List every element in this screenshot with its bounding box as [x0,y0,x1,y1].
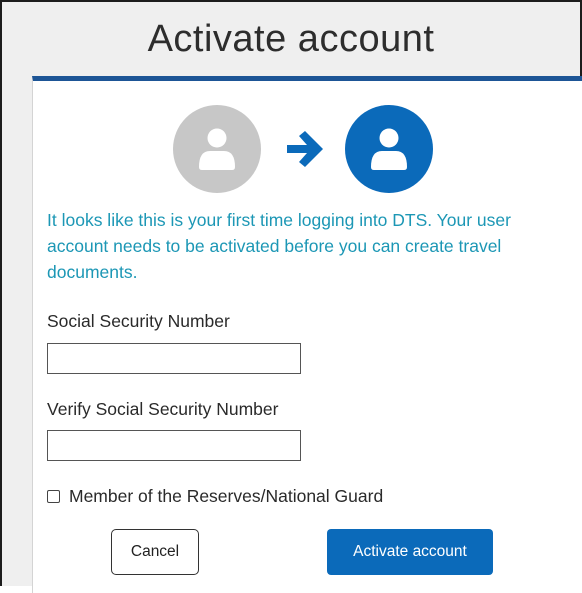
dialog-body: It looks like this is your first time lo… [32,76,582,593]
activate-account-dialog: Activate account It looks like this is y… [0,0,582,593]
cancel-button[interactable]: Cancel [111,529,199,575]
intro-message: It looks like this is your first time lo… [47,210,511,282]
verify-ssn-input[interactable] [47,430,301,461]
reserves-checkbox-label: Member of the Reserves/National Guard [69,486,384,506]
activate-account-button[interactable]: Activate account [327,529,493,575]
verify-ssn-label: Verify Social Security Number [47,399,279,419]
dialog-title: Activate account [147,18,435,60]
arrow-right-icon [287,131,323,167]
reserves-checkbox[interactable] [47,490,60,503]
inactive-user-icon [173,105,261,193]
active-user-icon [345,105,433,193]
reserves-checkbox-row[interactable]: Member of the Reserves/National Guard [47,486,383,507]
ssn-input[interactable] [47,343,301,374]
ssn-label: Social Security Number [47,311,230,331]
